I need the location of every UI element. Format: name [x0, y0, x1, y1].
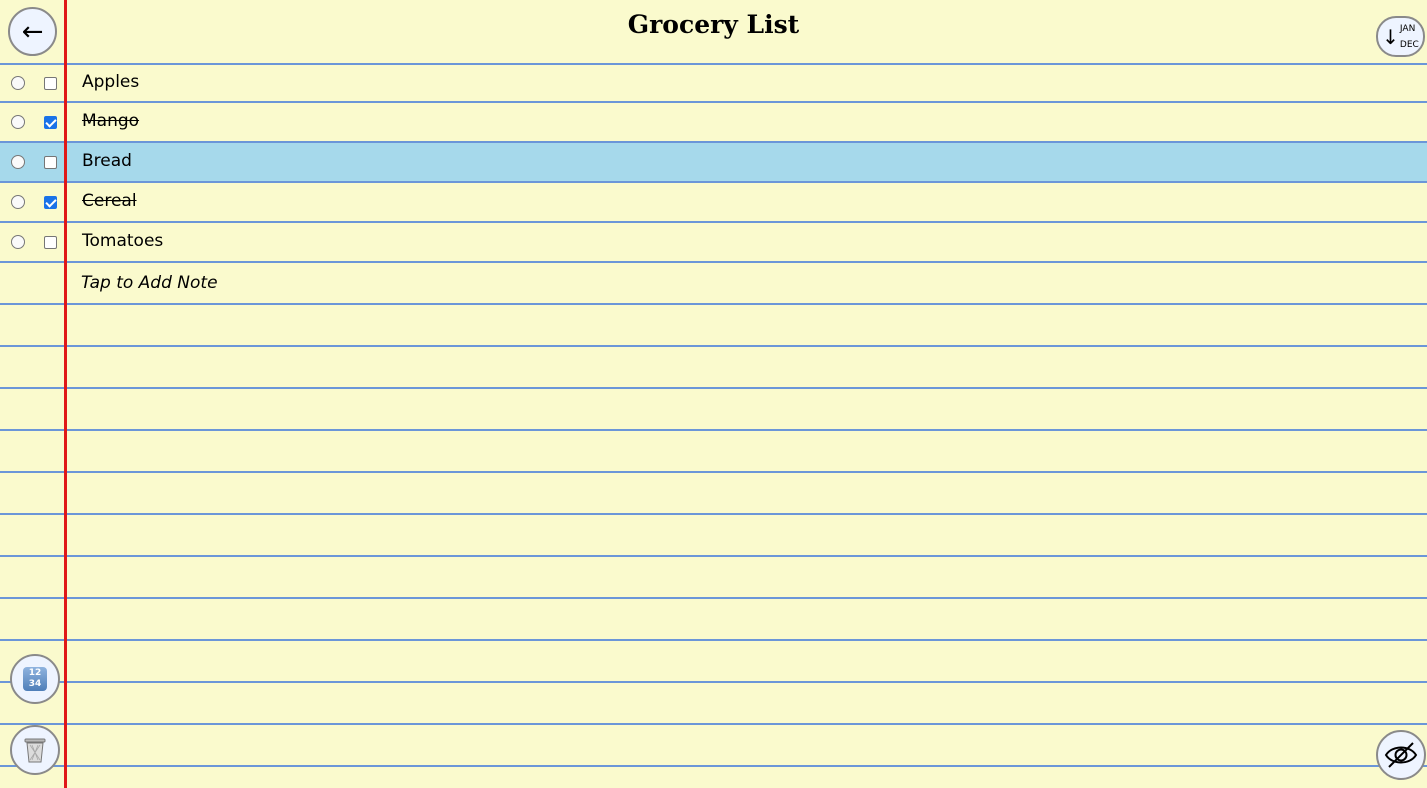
back-button[interactable]: ← [8, 7, 57, 56]
sort-from-label: JAN [1399, 23, 1416, 34]
list-item[interactable]: Mango [0, 103, 1427, 141]
reorder-radio[interactable] [11, 155, 25, 169]
item-label[interactable]: Mango [82, 111, 139, 131]
reorder-radio[interactable] [11, 115, 25, 129]
rule-line [0, 597, 1427, 599]
item-checkbox[interactable] [44, 196, 57, 209]
toggle-visibility-button[interactable] [1376, 730, 1426, 780]
trash-icon [24, 738, 46, 763]
item-checkbox[interactable] [44, 116, 57, 129]
rule-line [0, 555, 1427, 557]
item-label[interactable]: Apples [82, 72, 139, 92]
rule-line [0, 639, 1427, 641]
list-item[interactable]: Apples [0, 64, 1427, 102]
rule-line [0, 681, 1427, 683]
numbers-1234-icon: 12 34 [23, 667, 47, 691]
rule-line [0, 429, 1427, 431]
sort-button[interactable]: ↓ JAN DEC [1376, 16, 1425, 57]
list-item[interactable]: Cereal [0, 183, 1427, 221]
item-checkbox[interactable] [44, 77, 57, 90]
item-checkbox[interactable] [44, 156, 57, 169]
arrow-left-icon: ← [21, 16, 44, 47]
rule-line [0, 345, 1427, 347]
eye-slash-icon [1384, 742, 1418, 768]
reorder-radio[interactable] [11, 76, 25, 90]
delete-button[interactable] [10, 725, 60, 775]
list-item[interactable]: Bread [0, 143, 1427, 181]
rule-line [0, 723, 1427, 725]
sort-down-icon: ↓ [1382, 24, 1399, 49]
add-note-button[interactable]: Tap to Add Note [81, 273, 218, 293]
page-title: Grocery List [627, 10, 800, 39]
numbers-icon-digits-bottom: 34 [28, 679, 42, 689]
reorder-radio[interactable] [11, 195, 25, 209]
rule-line [0, 387, 1427, 389]
margin-line [64, 0, 67, 788]
rule-line [0, 261, 1427, 263]
item-label[interactable]: Bread [82, 151, 132, 171]
numbers-icon-digits-top: 12 [28, 668, 42, 678]
rule-line [0, 303, 1427, 305]
reorder-radio[interactable] [11, 235, 25, 249]
item-checkbox[interactable] [44, 236, 57, 249]
item-label[interactable]: Cereal [82, 191, 137, 211]
rule-line [0, 471, 1427, 473]
rule-line [0, 513, 1427, 515]
item-label[interactable]: Tomatoes [82, 231, 163, 251]
list-item[interactable]: Tomatoes [0, 223, 1427, 261]
rule-line [0, 765, 1427, 767]
sort-to-label: DEC [1399, 39, 1419, 50]
numbering-button[interactable]: 12 34 [10, 654, 60, 704]
